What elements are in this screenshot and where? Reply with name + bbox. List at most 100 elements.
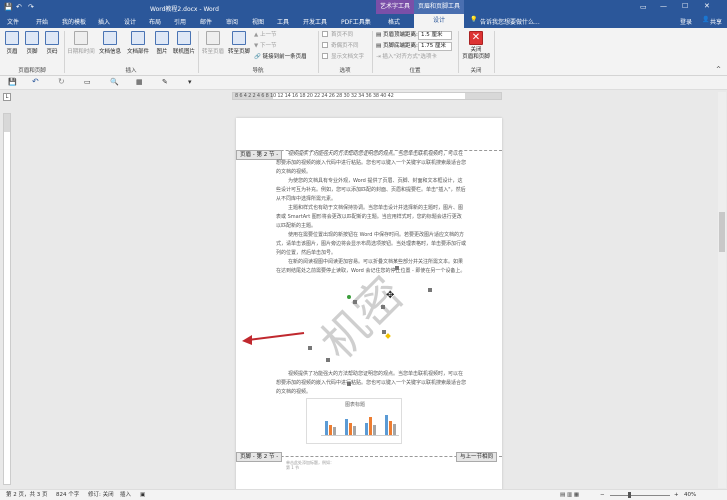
footer-bottom-spinner[interactable]: 1.75 厘米: [418, 42, 452, 51]
redo-icon[interactable]: ↻: [58, 77, 65, 86]
tab-hf-design[interactable]: 设计: [414, 14, 464, 28]
checkbox-box: [322, 53, 328, 59]
rotate-handle[interactable]: [347, 295, 351, 299]
tab-insert[interactable]: 插入: [98, 17, 110, 26]
ruler-ticks: 8 6 4 2 2 4 6 8 10 12 14 16 18 20 22 24 …: [235, 93, 394, 99]
link-previous-button[interactable]: 🔗 链接到前一条页眉: [254, 53, 307, 62]
horizontal-ruler[interactable]: 8 6 4 2 2 4 6 8 10 12 14 16 18 20 22 24 …: [232, 92, 502, 100]
divider: [494, 31, 495, 73]
new-doc-icon[interactable]: ▭: [84, 78, 91, 86]
zoom-thumb[interactable]: [628, 492, 631, 498]
close-hf-button[interactable]: ✕ 关闭 页眉和页脚: [460, 31, 492, 63]
header-top-spinner[interactable]: 1.5 厘米: [418, 31, 452, 40]
embedded-chart[interactable]: 图表标题: [306, 398, 402, 444]
maximize-icon[interactable]: ☐: [682, 2, 688, 10]
prev-section-button[interactable]: ▲ 上一节: [254, 31, 277, 40]
tab-home[interactable]: 开始: [36, 17, 48, 26]
online-picture-button[interactable]: 联机图片: [172, 31, 196, 63]
tab-review[interactable]: 审阅: [226, 17, 238, 26]
undo-icon[interactable]: ↶: [32, 77, 39, 86]
scrollbar-thumb[interactable]: [719, 212, 725, 252]
goto-header-button[interactable]: 转至页眉: [200, 31, 226, 63]
group-label-options: 选项: [339, 68, 351, 74]
zoom-minus-icon[interactable]: −: [600, 490, 605, 500]
resize-handle[interactable]: [353, 300, 357, 304]
tab-format[interactable]: 格式: [388, 17, 400, 26]
collapse-ribbon-icon[interactable]: ^: [716, 66, 721, 73]
undo-icon[interactable]: ↶: [16, 3, 22, 11]
insert-align-tab-button[interactable]: ⇥ 插入"对齐方式"选项卡: [376, 53, 437, 62]
login-link[interactable]: 登录: [680, 17, 692, 26]
resize-handle[interactable]: [395, 266, 399, 270]
page-number-button[interactable]: 页码: [42, 31, 62, 63]
print-icon[interactable]: ▦: [136, 78, 143, 86]
title-bar: 💾 ↶ ↷ Word教程2.docx - Word 艺术字工具 页眉和页脚工具 …: [0, 0, 727, 28]
tab-pdf[interactable]: PDF工具集: [341, 17, 371, 26]
macro-icon[interactable]: ▣: [140, 490, 145, 500]
tab-file[interactable]: 文件: [7, 17, 19, 26]
ribbon: 页眉 页脚 页码 页眉和页脚 日期和时间 文档信息 文档部件 图片 联机图片 插…: [0, 28, 727, 76]
arrow-head: [242, 335, 252, 345]
footer-button[interactable]: 页脚: [22, 31, 42, 63]
tab-selector[interactable]: L: [3, 93, 11, 101]
diff-first-checkbox[interactable]: 首页不同: [322, 31, 353, 40]
vertical-scrollbar[interactable]: [718, 92, 726, 488]
divider: [318, 31, 319, 73]
print-preview-icon[interactable]: 🔍: [110, 78, 119, 86]
share-icon[interactable]: 👤: [702, 16, 709, 23]
tab-tools[interactable]: 工具: [277, 17, 289, 26]
header-button[interactable]: 页眉: [2, 31, 22, 63]
view-mode-icons[interactable]: ▤ ▥ ▦: [560, 490, 579, 500]
page-count[interactable]: 第 2 页，共 3 页: [6, 490, 48, 500]
tab-references[interactable]: 引用: [174, 17, 186, 26]
tell-me-input[interactable]: 告诉我您想要做什么...: [480, 17, 540, 26]
document-page[interactable]: 页眉 - 第 2 节 - 视频提供了功能强大的方法帮助您证明您的观点。当您单击联…: [236, 118, 502, 496]
tab-view[interactable]: 视图: [252, 17, 264, 26]
picture-button[interactable]: 图片: [152, 31, 172, 63]
diff-odd-even-checkbox[interactable]: 奇偶页不同: [322, 42, 359, 51]
vertical-ruler[interactable]: [3, 113, 11, 485]
pen-icon[interactable]: ✎: [162, 78, 168, 86]
zoom-plus-icon[interactable]: +: [674, 490, 679, 500]
paragraph-1[interactable]: 视频提供了功能强大的方法帮助您证明您的观点。当您单击联机视频时，可以在想要添加的…: [276, 150, 466, 177]
resize-handle[interactable]: [382, 330, 386, 334]
date-time-button[interactable]: 日期和时间: [66, 31, 96, 63]
redo-icon[interactable]: ↷: [28, 3, 34, 11]
ruler-margin: [4, 114, 10, 132]
show-doc-text-checkbox[interactable]: 显示文档文字: [322, 53, 364, 62]
paragraph-4[interactable]: 使用在需要位置出现的新按钮在 Word 中保存时间。若要更改图片适应文档的方式，…: [276, 231, 466, 258]
paragraph-lower[interactable]: 视频提供了功能强大的方法帮助您证明您的观点。当您单击联机视频时，可以在想要添加的…: [276, 370, 466, 397]
tab-design[interactable]: 设计: [124, 17, 136, 26]
word-count[interactable]: 824 个字: [56, 490, 79, 500]
minimize-icon[interactable]: —: [660, 2, 667, 10]
resize-handle[interactable]: [381, 305, 385, 309]
insert-mode[interactable]: 插入: [120, 490, 131, 500]
resize-handle[interactable]: [308, 346, 312, 350]
tab-my-templates[interactable]: 我的模板: [62, 17, 86, 26]
tab-developer[interactable]: 开发工具: [303, 17, 327, 26]
tab-layout[interactable]: 布局: [149, 17, 161, 26]
save-icon[interactable]: 💾: [4, 3, 13, 11]
footer-text-2[interactable]: 第 1 节: [286, 465, 299, 471]
next-section-button[interactable]: ▼ 下一节: [254, 42, 277, 51]
track-changes[interactable]: 修订: 关闭: [88, 490, 114, 500]
doc-info-button[interactable]: 文档信息: [96, 31, 124, 63]
more-icon[interactable]: ▾: [188, 78, 192, 86]
chart-bar: [325, 421, 328, 435]
paragraph-3[interactable]: 主题和样式也有助于文档保持协调。当您单击设计并选择新的主题时，图片、图表或 Sm…: [276, 204, 466, 231]
zoom-level[interactable]: 40%: [684, 490, 696, 500]
window-title: Word教程2.docx - Word: [150, 6, 219, 13]
resize-handle[interactable]: [428, 288, 432, 292]
goto-footer-button[interactable]: 转至页脚: [226, 31, 252, 63]
resize-handle[interactable]: [326, 358, 330, 362]
ribbon-display-icon[interactable]: ▭: [640, 3, 647, 11]
share-button[interactable]: 共享: [710, 17, 722, 26]
paragraph-2[interactable]: 为使您的文档具有专业外观，Word 提供了页眉、页脚、封面和文本框设计，这些设计…: [276, 177, 466, 204]
close-window-icon[interactable]: ✕: [704, 2, 710, 10]
save-icon[interactable]: 💾: [8, 78, 17, 86]
zoom-slider[interactable]: [610, 495, 670, 496]
ctx-hf-tools: 页眉和页脚工具: [414, 0, 464, 14]
tab-mailings[interactable]: 邮件: [200, 17, 212, 26]
doc-parts-button[interactable]: 文档部件: [124, 31, 152, 63]
checkbox-box: [322, 42, 328, 48]
